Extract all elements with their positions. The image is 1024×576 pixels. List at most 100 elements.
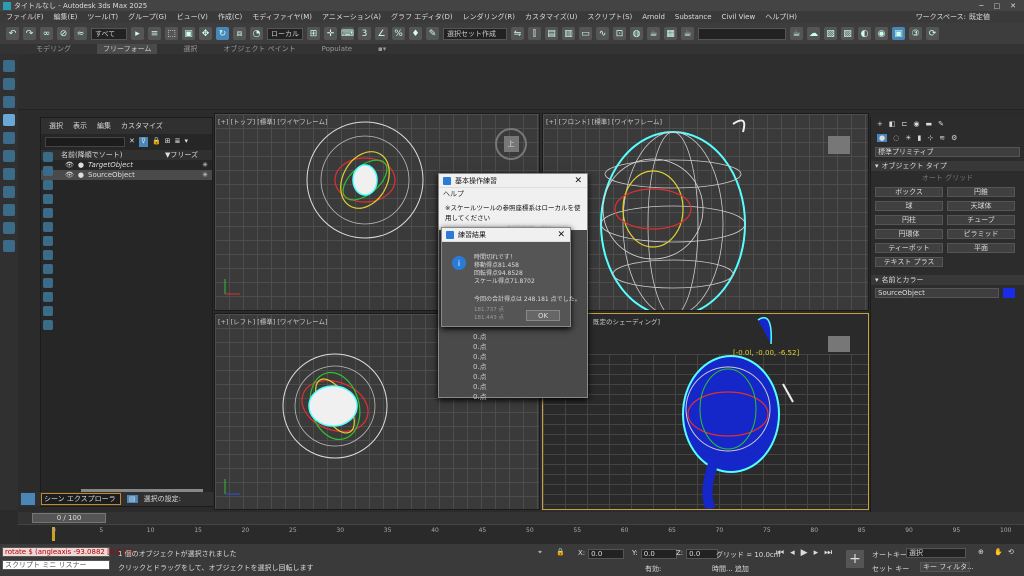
spinner-snap-icon[interactable]: ♦ [409, 27, 422, 40]
scale-icon[interactable]: ⧈ [233, 27, 246, 40]
edit-named-selection-icon[interactable]: ✎ [426, 27, 439, 40]
geosphere-button[interactable]: 天球体 [947, 201, 1015, 211]
teapot-render-icon[interactable]: ☕ [790, 27, 803, 40]
explorer-menu-customize[interactable]: カスタマイズ [121, 121, 163, 131]
filter-bones-icon[interactable] [43, 264, 53, 274]
ribbon-tab-selection[interactable]: 選択 [183, 44, 197, 54]
mirror-icon[interactable]: ⇋ [511, 27, 524, 40]
select-object-icon[interactable]: ▸ [131, 27, 144, 40]
material-editor-icon[interactable]: ◍ [630, 27, 643, 40]
window-crossing-icon[interactable]: ▣ [182, 27, 195, 40]
ribbon-tab-object-paint[interactable]: オブジェクト ペイント [223, 44, 295, 54]
options-icon[interactable]: ▾ [184, 137, 188, 147]
explorer-menu-edit[interactable]: 編集 [97, 121, 111, 131]
z-coordinate[interactable]: 0.0 [686, 549, 719, 559]
hierarchy-icon[interactable]: ⊞ [165, 137, 171, 147]
create-tool-icon[interactable] [3, 60, 15, 72]
object-name-input[interactable]: SourceObject [875, 288, 999, 298]
y-coordinate[interactable]: 0.0 [640, 549, 677, 559]
motion-tab-icon[interactable]: ◉ [913, 120, 919, 128]
viewcube[interactable]: 上 [495, 128, 527, 160]
plane-button[interactable]: 平面 [947, 243, 1015, 253]
curve-editor-icon[interactable]: ∿ [596, 27, 609, 40]
filter-geometry-icon[interactable] [43, 152, 53, 162]
render-setup-icon[interactable]: ☕ [647, 27, 660, 40]
filter-xrefs-icon[interactable] [43, 250, 53, 260]
list-item-selected[interactable]: 👁 ● SourceObject ✳ [41, 170, 212, 180]
lights-icon[interactable]: ☀ [905, 134, 911, 142]
zoom-icon[interactable]: ⊕ [978, 548, 984, 556]
ribbon-options-icon[interactable]: ▪▾ [378, 45, 386, 53]
vertex-tool-icon[interactable] [3, 186, 15, 198]
hierarchy-tab-icon[interactable]: ⊏ [902, 120, 908, 128]
schematic-view-icon[interactable]: ⊡ [613, 27, 626, 40]
active-shade-icon[interactable]: ◐ [858, 27, 871, 40]
undo-icon[interactable]: ↶ [6, 27, 19, 40]
object-type-section[interactable]: ▾ オブジェクト タイプ [871, 161, 1024, 171]
container-tool-icon[interactable] [3, 240, 15, 252]
explorer-grid-icon[interactable] [21, 493, 35, 505]
align-icon[interactable]: ⫿ [528, 27, 541, 40]
maximize-icon[interactable]: □ [994, 2, 1001, 10]
time-slider-thumb[interactable]: 0 / 100 [32, 513, 106, 523]
move-icon[interactable]: ✥ [199, 27, 212, 40]
cone-button[interactable]: 円錐 [947, 187, 1015, 197]
systems-icon[interactable]: ⚙ [951, 134, 957, 142]
helpers-icon[interactable]: ⊹ [927, 134, 933, 142]
isolate-icon[interactable]: ⌖ [538, 548, 542, 557]
create-tab-icon[interactable]: + [877, 120, 883, 128]
display-tool-icon[interactable] [3, 132, 15, 144]
numbered-3-icon[interactable]: ③ [909, 27, 922, 40]
selection-filter-dropdown[interactable]: すべて [91, 27, 127, 40]
dialog-titlebar[interactable]: 練習結果 ✕ [442, 228, 570, 242]
track-bar[interactable]: 0 5 10 15 20 25 30 35 40 45 50 55 60 65 70 75 80 85 90 95 10… [18, 524, 1024, 544]
hierarchy-tool-icon[interactable] [3, 96, 15, 108]
name-color-section[interactable]: ▾ 名前とカラー [871, 275, 1024, 285]
menu-arnold[interactable]: Arnold [642, 13, 665, 21]
viewport-front[interactable]: [+] [フロント] [標準] [ワイヤフレーム] [542, 113, 869, 311]
dialog-menu-help[interactable]: ヘルプ [439, 188, 587, 198]
menu-group[interactable]: グループ(G) [128, 12, 166, 22]
object-color-swatch[interactable] [1003, 288, 1015, 298]
snap-toggle-icon[interactable]: 3 [358, 27, 371, 40]
filter-spacewarps-icon[interactable] [43, 222, 53, 232]
ok-button[interactable]: OK [526, 310, 560, 321]
ribbon-tab-modeling[interactable]: モデリング [36, 44, 71, 54]
freeze-icon[interactable]: ✳ [202, 161, 212, 169]
time-tag[interactable]: 時間... 追加 [712, 564, 749, 574]
pivot-center-icon[interactable]: ⊞ [307, 27, 320, 40]
go-to-start-icon[interactable]: ⏮ [776, 548, 784, 558]
filter-cameras-icon[interactable] [43, 194, 53, 204]
dialog-titlebar[interactable]: 基本操作練習 ✕ [439, 174, 587, 188]
menu-substance[interactable]: Substance [675, 13, 712, 21]
ribbon-tab-populate[interactable]: Populate [322, 45, 352, 53]
scene-explorer-icon[interactable]: ▤ [545, 27, 558, 40]
animation-tool-icon[interactable] [3, 168, 15, 180]
torus-button[interactable]: 円環体 [875, 229, 943, 239]
filter-shapes-icon[interactable] [43, 166, 53, 176]
workspace-dropdown[interactable]: 既定値 [969, 12, 990, 22]
selection-settings-icon[interactable]: ▤ [127, 495, 138, 503]
maxscript-command-field[interactable]: rotate $ (angleaxis -93.0882 [0,0,1]) [2, 547, 133, 557]
reference-coord-dropdown[interactable]: ローカル [267, 27, 303, 40]
box-button[interactable]: ボックス [875, 187, 943, 197]
adaptive-degradation-label[interactable]: 有効: [645, 564, 661, 574]
ribbon-toggle-icon[interactable]: ▭ [579, 27, 592, 40]
clear-search-icon[interactable]: ✕ [129, 137, 135, 147]
rotate-icon[interactable]: ↻ [216, 27, 229, 40]
visibility-eye-icon[interactable]: 👁 [65, 171, 74, 179]
placement-icon[interactable]: ◔ [250, 27, 263, 40]
lock-icon[interactable]: 🔒 [152, 137, 161, 147]
filter-frozen-icon[interactable] [43, 292, 53, 302]
key-filters-button[interactable]: キー フィルタ... [920, 562, 974, 572]
previous-frame-icon[interactable]: ◂ [790, 548, 795, 558]
render-preset-field[interactable] [698, 27, 786, 40]
explorer-search-field[interactable] [45, 137, 125, 147]
menu-civil-view[interactable]: Civil View [722, 13, 756, 21]
filter-helpers-icon[interactable] [43, 208, 53, 218]
menu-graph-editors[interactable]: グラフ エディタ(D) [391, 12, 453, 22]
auto-key-button[interactable]: オートキー [872, 550, 907, 560]
menu-help[interactable]: ヘルプ(H) [765, 12, 797, 22]
arnold-icon[interactable]: ◉ [875, 27, 888, 40]
menu-file[interactable]: ファイル(F) [6, 12, 44, 22]
